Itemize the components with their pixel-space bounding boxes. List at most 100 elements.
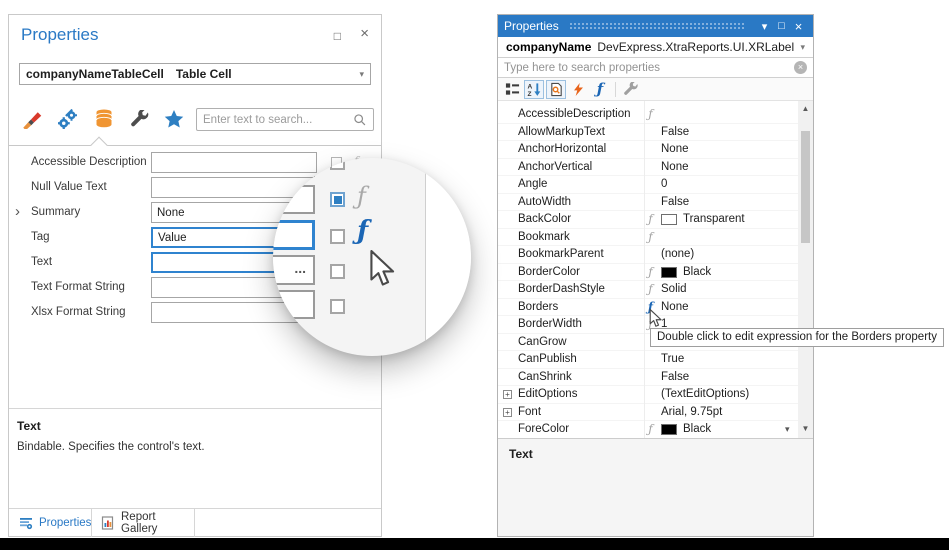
value-text: None xyxy=(661,141,689,158)
property-row-AutoWidth[interactable]: AutoWidth False xyxy=(498,194,798,212)
property-name: BookmarkParent xyxy=(518,246,604,263)
property-value[interactable]: (none) xyxy=(661,246,694,264)
fx-icon[interactable]: ƒ xyxy=(644,421,657,438)
magnified-checkbox[interactable] xyxy=(330,299,345,314)
property-name: EditOptions xyxy=(518,386,577,403)
magnified-checkbox-checked[interactable] xyxy=(330,192,345,207)
left-search-input[interactable]: Enter text to search... xyxy=(196,108,374,131)
property-value[interactable]: None xyxy=(661,159,689,177)
object-selector-dropdown[interactable]: companyNameTableCell Table Cell ▾ xyxy=(19,63,371,85)
property-search-input[interactable]: Type here to search properties × xyxy=(498,58,813,78)
left-close-button[interactable]: × xyxy=(360,25,369,43)
scroll-down-arrow[interactable]: ▼ xyxy=(798,424,813,433)
property-row-Font[interactable]: +FontArial, 9.75pt xyxy=(498,404,798,422)
property-value[interactable]: Black xyxy=(661,421,711,438)
selected-object-type: DevExpress.XtraReports.UI.XRLabel xyxy=(597,40,794,54)
value-text: None xyxy=(661,299,689,316)
property-name: AnchorVertical xyxy=(518,159,592,176)
magnified-checkbox[interactable] xyxy=(330,229,345,244)
fx-icon[interactable]: ƒ xyxy=(644,229,657,246)
maximize-button[interactable]: □ xyxy=(773,20,790,32)
object-selector-dropdown[interactable]: companyName DevExpress.XtraReports.UI.XR… xyxy=(498,37,813,58)
fx-icon-active[interactable]: ƒ xyxy=(357,216,368,246)
tooltip: Double click to edit expression for the … xyxy=(650,328,944,347)
close-button[interactable]: × xyxy=(790,19,807,34)
lightning-icon xyxy=(572,82,585,97)
property-row-Borders[interactable]: BordersƒNone xyxy=(498,299,798,317)
tab-data[interactable] xyxy=(91,106,117,132)
property-name: AccessibleDescription xyxy=(518,106,631,123)
property-value[interactable]: False xyxy=(661,369,689,387)
search-placeholder: Type here to search properties xyxy=(504,62,794,74)
property-value[interactable]: Black xyxy=(661,264,711,282)
minimize-icon: □ xyxy=(334,29,341,43)
fx-icon-inactive[interactable]: ƒ xyxy=(357,182,366,210)
value-text: Solid xyxy=(661,281,687,298)
sort-az-icon: A Z xyxy=(527,82,542,97)
property-row-BackColor[interactable]: BackColorƒTransparent xyxy=(498,211,798,229)
fx-icon[interactable]: ƒ xyxy=(644,106,657,123)
property-row-EditOptions[interactable]: + EditOptions (TextEditOptions) xyxy=(498,386,798,404)
magnified-checkbox[interactable] xyxy=(330,158,345,170)
tab-behavior[interactable] xyxy=(55,106,81,132)
property-row-AllowMarkupText[interactable]: AllowMarkupTextFalse xyxy=(498,124,798,142)
property-row-CanPublish[interactable]: CanPublishTrue xyxy=(498,351,798,369)
property-row-CanShrink[interactable]: CanShrinkFalse xyxy=(498,369,798,387)
tab-appearance[interactable] xyxy=(19,106,45,132)
magnified-input-ellipsis: ... xyxy=(273,255,315,285)
fx-icon[interactable]: ƒ xyxy=(644,211,657,228)
categorized-view-button[interactable] xyxy=(502,80,522,99)
value-dropdown-icon[interactable]: ▾ xyxy=(785,421,790,438)
clear-search-icon[interactable]: × xyxy=(794,61,807,74)
bottom-tab-properties[interactable]: Properties xyxy=(9,509,91,537)
property-value[interactable]: None xyxy=(661,141,689,159)
property-name: BorderColor xyxy=(518,264,580,281)
property-value[interactable]: False xyxy=(661,124,689,142)
property-value[interactable]: Transparent xyxy=(661,211,745,229)
property-row-Bookmark[interactable]: Bookmarkƒ xyxy=(498,229,798,247)
property-row-AnchorHorizontal[interactable]: AnchorHorizontalNone xyxy=(498,141,798,159)
property-value[interactable]: Solid xyxy=(661,281,687,299)
value-text: None xyxy=(661,159,689,176)
property-row-BorderColor[interactable]: BorderColor ƒBlack xyxy=(498,264,798,282)
ellipsis-button[interactable]: ... xyxy=(294,260,306,276)
events-button[interactable] xyxy=(568,80,588,99)
property-value[interactable]: Arial, 9.75pt xyxy=(661,404,722,422)
property-value[interactable]: 0 xyxy=(661,176,667,194)
bottom-tab-report-gallery[interactable]: Report Gallery xyxy=(91,509,194,537)
property-page-icon xyxy=(549,82,564,97)
property-value[interactable]: False xyxy=(661,194,689,212)
properties-grid-icon xyxy=(19,516,33,530)
expressions-button[interactable]: ƒ xyxy=(590,80,610,99)
fx-icon[interactable]: ƒ xyxy=(644,281,657,298)
property-row-BookmarkParent[interactable]: BookmarkParent (none) xyxy=(498,246,798,264)
left-minimize-button[interactable]: □ xyxy=(334,27,341,45)
property-row-AnchorVertical[interactable]: AnchorVertical None xyxy=(498,159,798,177)
tab-tools[interactable] xyxy=(127,106,153,132)
magnified-checkbox[interactable] xyxy=(330,264,345,279)
property-name: AutoWidth xyxy=(518,194,571,211)
tab-favorites[interactable] xyxy=(161,106,187,132)
fx-icon[interactable]: ƒ xyxy=(644,264,657,281)
description-body: Bindable. Specifies the control's text. xyxy=(17,441,205,453)
field-label: Summary xyxy=(31,206,80,218)
property-row-BorderDashStyle[interactable]: BorderDashStyleƒSolid xyxy=(498,281,798,299)
expand-plus-icon[interactable]: + xyxy=(503,408,512,417)
scrollbar-thumb[interactable] xyxy=(801,131,810,243)
alphabetical-sort-button[interactable]: A Z xyxy=(524,80,544,99)
property-row-AccessibleDescription[interactable]: AccessibleDescription ƒ xyxy=(498,106,798,124)
expand-plus-icon[interactable]: + xyxy=(503,390,512,399)
property-value[interactable]: True xyxy=(661,351,684,369)
scroll-up-arrow[interactable]: ▲ xyxy=(798,104,813,113)
property-row-Angle[interactable]: Angle0 xyxy=(498,176,798,194)
window-position-button[interactable]: ▾ xyxy=(756,20,773,33)
value-text: False xyxy=(661,194,689,211)
field-label: Tag xyxy=(31,231,50,243)
right-panel-titlebar[interactable]: Properties ▾ □ × xyxy=(498,15,813,37)
property-value[interactable]: (TextEditOptions) xyxy=(661,386,749,404)
property-row-ForeColor[interactable]: ForeColorƒBlack▾ xyxy=(498,421,798,438)
expander-chevron-icon[interactable]: › xyxy=(15,203,20,220)
settings-button[interactable] xyxy=(621,80,641,99)
property-pages-button[interactable] xyxy=(546,80,566,99)
property-value[interactable]: None xyxy=(661,299,689,317)
